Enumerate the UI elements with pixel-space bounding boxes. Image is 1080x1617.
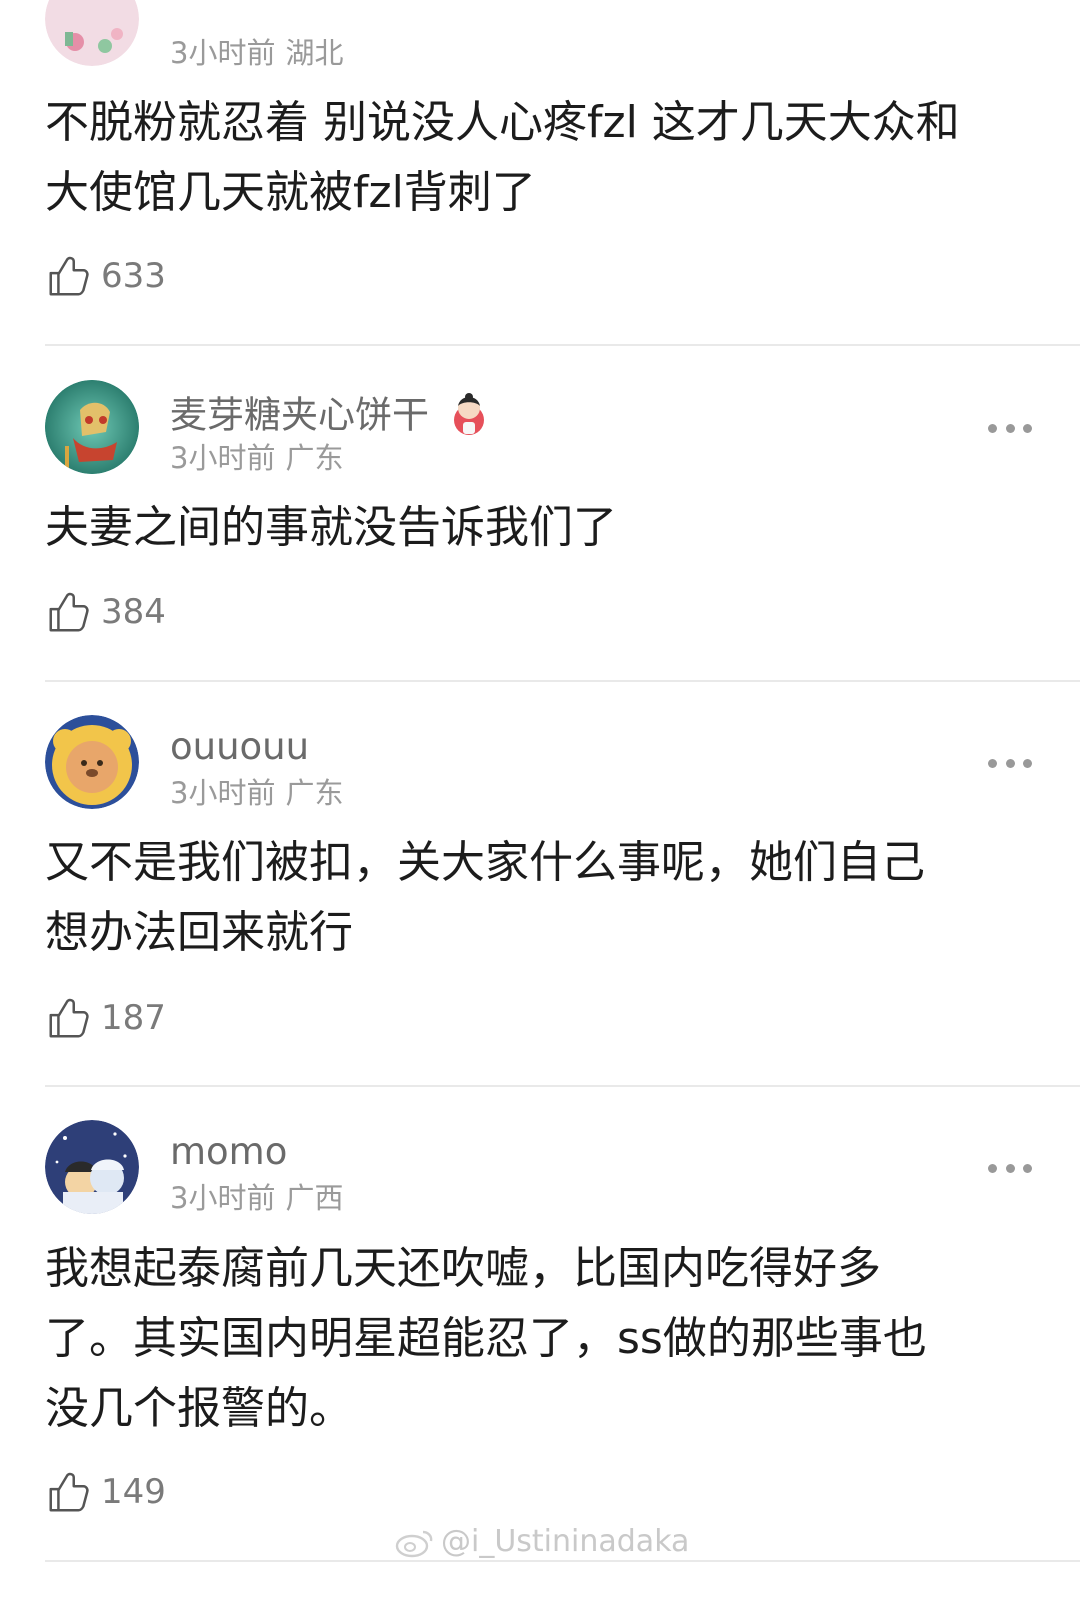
comment-text: 又不是我们被扣，关大家什么事呢，她们自己 想办法回来就行 [45,837,925,958]
divider [45,1560,1080,1562]
divider [45,344,1080,346]
like-count: 149 [101,1472,166,1512]
like-button[interactable]: 384 [45,588,166,636]
like-button[interactable]: 187 [45,994,166,1042]
thumbs-up-icon [49,256,89,296]
like-button[interactable]: 149 [45,1468,166,1516]
comment-location: 广东 [285,441,344,475]
comment-text: 不脱粉就忍着 别说没人心疼fzl 这才几天大众和 大使馆几天就被fzl背刺了 [45,97,960,218]
comment-time: 3小时前 [170,441,276,475]
divider [45,680,1080,682]
weibo-logo-icon [395,1530,433,1557]
avatar[interactable] [45,1120,139,1214]
more-options-button[interactable] [988,421,1032,435]
thumbs-up-icon [49,998,89,1038]
like-count: 187 [101,998,166,1038]
comment-text: 夫妻之间的事就没告诉我们了 [45,502,617,553]
comment-location: 湖北 [285,36,344,70]
more-dots-icon [988,423,997,433]
more-dots-icon [988,1163,997,1173]
comment-meta: 3小时前 湖北 [170,39,343,68]
more-dots-icon [988,758,997,768]
like-button[interactable]: 633 [45,252,166,300]
comment-meta: 3小时前 广东 [170,779,343,808]
watermark: @i_Ustininadaka [395,1524,689,1559]
more-options-button[interactable] [988,756,1032,770]
comment-time: 3小时前 [170,1181,276,1215]
thumbs-up-icon [49,1472,89,1512]
thumbs-up-icon [49,592,89,632]
more-options-button[interactable] [988,1161,1032,1175]
comment-meta: 3小时前 广东 [170,444,343,473]
comment-location: 广东 [285,776,344,810]
comment-time: 3小时前 [170,776,276,810]
avatar[interactable] [45,0,139,66]
like-count: 633 [101,256,166,296]
username[interactable]: momo [170,1133,287,1170]
comment-meta: 3小时前 广西 [170,1184,343,1213]
username[interactable]: 麦芽糖夹心饼干 [170,392,487,442]
comment-time: 3小时前 [170,36,276,70]
comment-text: 我想起泰腐前几天还吹嘘，比国内吃得好多 了。其实国内明星超能忍了，ss做的那些事… [45,1243,927,1434]
avatar[interactable] [45,380,139,474]
watermark-text: @i_Ustininadaka [441,1524,690,1559]
divider [45,1085,1080,1087]
username[interactable]: ouuouu [170,728,309,765]
avatar[interactable] [45,715,139,809]
like-count: 384 [101,592,166,632]
comment-location: 广西 [285,1181,344,1215]
user-badge-icon [451,392,487,442]
